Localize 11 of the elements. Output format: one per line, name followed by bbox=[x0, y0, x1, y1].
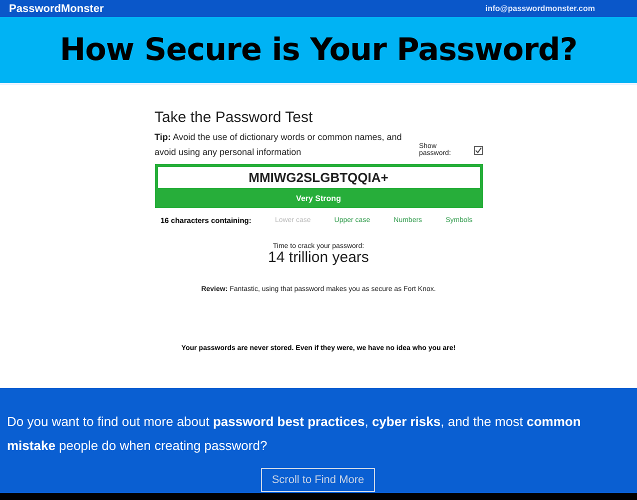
page-title: How Secure is Your Password? bbox=[60, 32, 578, 68]
email-link[interactable]: info@passwordmonster.com bbox=[485, 4, 595, 13]
promo-text: Do you want to find out more about password best practices, cyber risks, and the most common mistake people do when creating password? bbox=[7, 413, 582, 455]
show-password-checkbox[interactable] bbox=[474, 146, 482, 154]
brand-link[interactable]: PasswordMonster bbox=[9, 2, 104, 14]
section-title: Take the Password Test bbox=[154, 109, 314, 126]
strength-label: Very Strong bbox=[295, 192, 342, 205]
password-field[interactable]: MMIWG2SLGBTQQIA+ bbox=[158, 167, 480, 188]
scroll-button[interactable]: Scroll to Find More bbox=[260, 468, 376, 492]
crack-time: 14 trillion years bbox=[267, 250, 370, 266]
tip-text: Tip: Avoid the use of dictionary words or common names, and avoid using any personal information bbox=[154, 131, 403, 159]
